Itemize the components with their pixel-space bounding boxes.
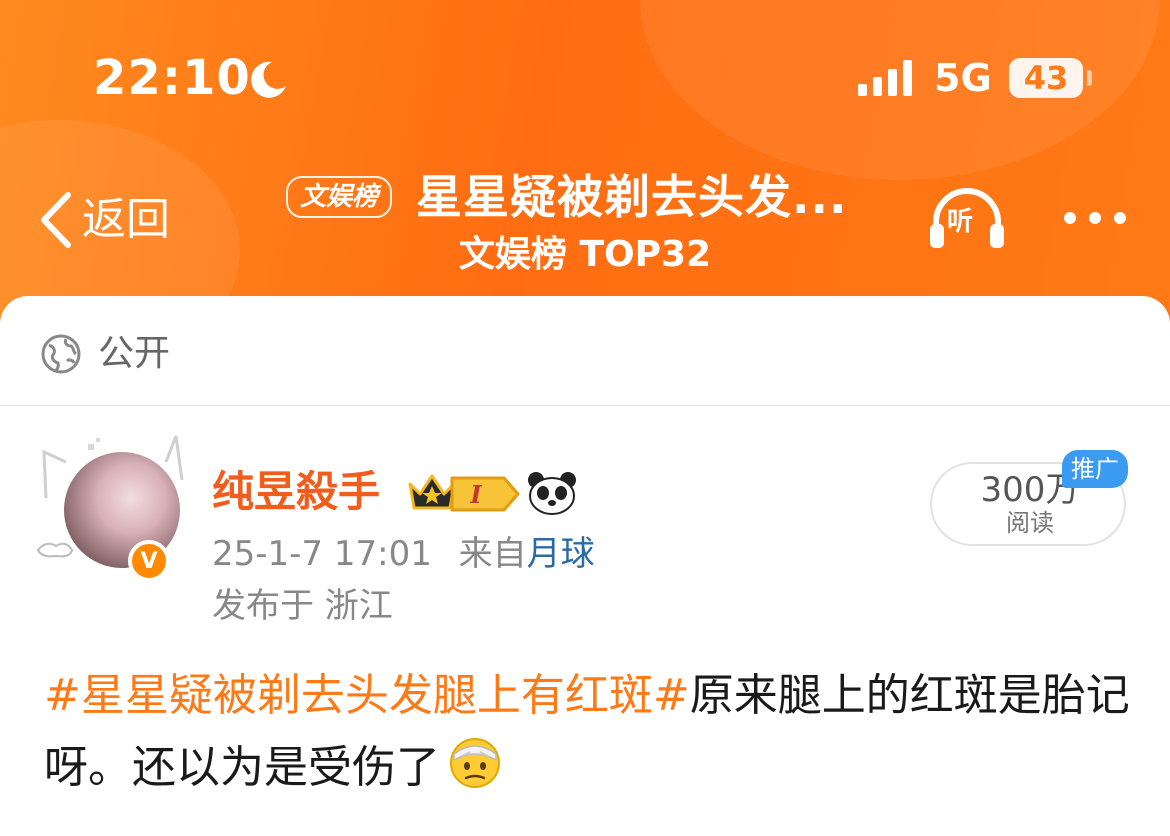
status-time: 22:10: [93, 50, 251, 106]
post-body: #星星疑被剃去头发腿上有红斑#原来腿上的红斑是胎记呀。还以为是受伤了: [44, 660, 1134, 804]
post-source[interactable]: 月球: [527, 534, 595, 574]
post-timestamp: 25-1-7 17:01: [212, 534, 432, 574]
page-title: 星星疑被剃去头发...: [416, 170, 848, 224]
promo-badge[interactable]: 推广: [1062, 450, 1128, 488]
more-icon[interactable]: [1060, 208, 1130, 228]
post-meta: 25-1-7 17:01 来自月球: [212, 532, 595, 576]
divider: [0, 405, 1170, 406]
author-name[interactable]: 纯昱殺手: [212, 466, 380, 518]
source-prefix: 来自: [458, 534, 527, 574]
header: 22:10 5G 43 返回 文娱榜 星星疑被剃去头发... 文娱榜 TOP32…: [0, 0, 1170, 340]
network-label: 5G: [934, 56, 992, 100]
page-title-row[interactable]: 文娱榜 星星疑被剃去头发...: [286, 170, 847, 224]
battery-tip: [1087, 70, 1092, 86]
board-badge: 文娱榜: [286, 176, 393, 218]
post-location: 发布于 浙江: [212, 586, 393, 626]
level-badge: I: [450, 476, 520, 512]
battery-level: 43: [1023, 59, 1069, 97]
panda-icon: [528, 472, 576, 515]
level-label: I: [469, 480, 482, 509]
topic-hashtag[interactable]: #星星疑被剃去头发腿上有红斑#: [44, 670, 690, 721]
injured-face-emoji: [450, 738, 500, 788]
verified-badge: V: [128, 540, 170, 582]
read-count-label: 阅读: [1006, 509, 1054, 537]
visibility-row: 公开: [40, 330, 170, 378]
battery-icon: 43: [1009, 58, 1083, 98]
signal-icon: [858, 60, 912, 96]
globe-icon: [41, 334, 81, 374]
moon-icon: [251, 61, 286, 98]
visibility-label: 公开: [98, 333, 171, 374]
listen-label: 听: [947, 207, 974, 237]
